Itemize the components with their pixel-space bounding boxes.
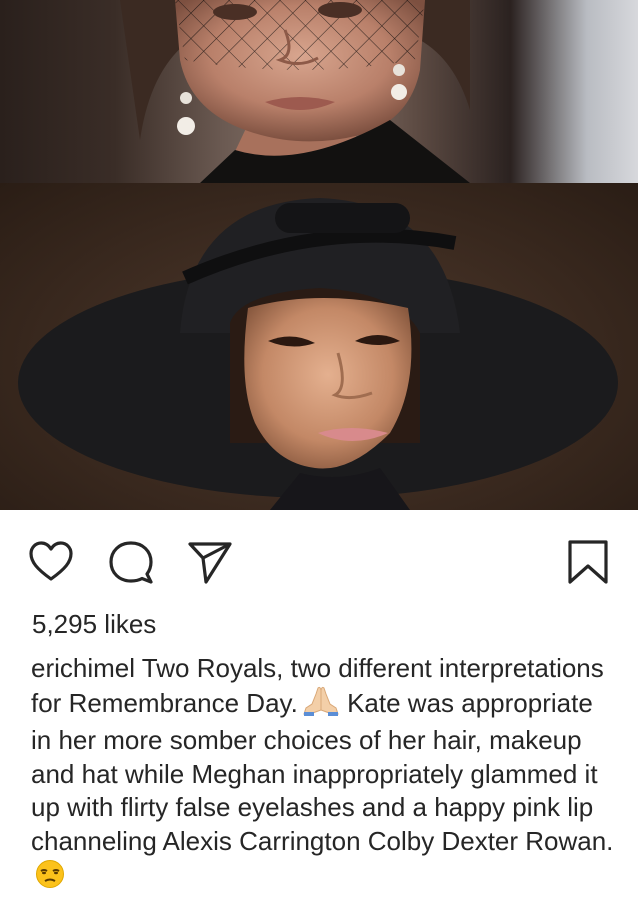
likes-count[interactable]: 5,295 likes <box>32 606 156 642</box>
photo-top-illustration <box>120 0 470 183</box>
comment-bubble-icon[interactable] <box>107 538 155 586</box>
post-photo-bottom[interactable] <box>0 183 638 510</box>
post-caption: erichimel Two Royals, two different inte… <box>31 652 616 897</box>
bookmark-icon[interactable] <box>564 538 612 586</box>
unamused-face-emoji <box>35 859 65 898</box>
post-action-bar <box>0 530 638 594</box>
paper-plane-icon[interactable] <box>186 538 234 586</box>
heart-icon[interactable] <box>27 538 75 586</box>
photo-bottom-illustration <box>18 198 618 510</box>
praying-hands-emoji <box>302 686 340 725</box>
caption-username[interactable]: erichimel <box>31 653 135 683</box>
post-photo-top[interactable] <box>0 0 638 183</box>
